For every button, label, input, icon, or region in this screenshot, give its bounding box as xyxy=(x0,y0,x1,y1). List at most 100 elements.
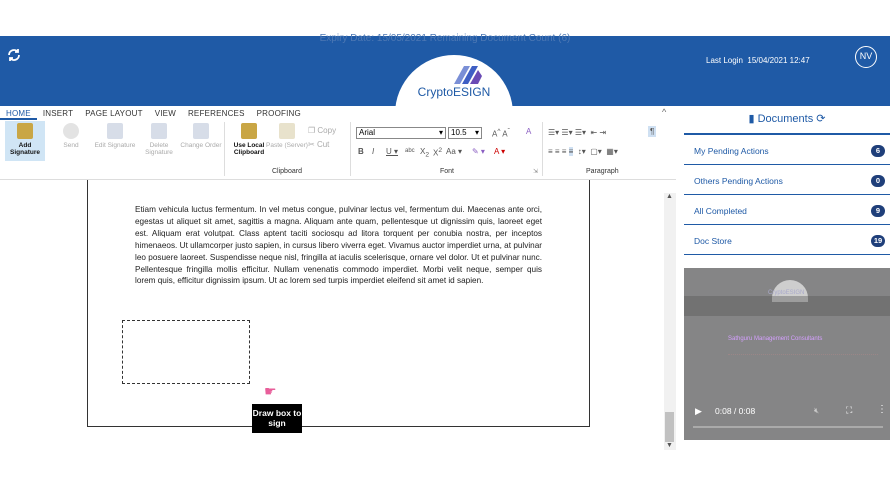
tab-proofing[interactable]: PROOFING xyxy=(251,106,307,120)
tab-home[interactable]: HOME xyxy=(0,106,37,120)
strikethrough-button[interactable]: abc xyxy=(405,148,415,154)
doc-item-label: My Pending Actions xyxy=(694,146,769,156)
count-badge: 19 xyxy=(871,235,885,247)
last-login-label: Last Login xyxy=(706,56,743,65)
delete-signature-button[interactable]: Delete Signature xyxy=(138,123,180,156)
cut-icon: ✂ xyxy=(308,140,315,149)
refresh-documents-icon[interactable]: ⟳ xyxy=(816,113,825,125)
trash-icon xyxy=(151,123,167,139)
scroll-down-icon[interactable]: ▼ xyxy=(666,442,673,449)
send-icon xyxy=(63,123,79,139)
draw-box-tooltip: Draw box to sign xyxy=(252,404,302,433)
change-order-label: Change Order xyxy=(180,142,222,149)
divider xyxy=(224,122,225,176)
tab-view[interactable]: VIEW xyxy=(149,106,182,120)
signature-box[interactable] xyxy=(122,320,250,384)
font-name-select[interactable]: Arial ▾ xyxy=(356,127,446,139)
font-name-value: Arial xyxy=(359,128,376,137)
use-local-clipboard-button[interactable]: Use Local Clipboard xyxy=(228,123,270,156)
bold-button[interactable]: B xyxy=(358,147,364,156)
use-local-clipboard-label: Use Local Clipboard xyxy=(233,142,265,156)
last-login-value: 15/04/2021 12:47 xyxy=(747,56,810,65)
edit-signature-label: Edit Signature xyxy=(94,142,136,149)
more-options-icon[interactable]: ⋮ xyxy=(877,404,887,415)
doc-item-all-completed[interactable]: All Completed 9 xyxy=(684,197,890,225)
send-button[interactable]: Send xyxy=(50,123,92,149)
add-signature-button[interactable]: Add Signature xyxy=(4,123,46,156)
count-badge: 9 xyxy=(871,205,885,217)
scroll-up-icon[interactable]: ▲ xyxy=(666,193,673,200)
font-grow-icon[interactable]: A^ Aˇ xyxy=(492,128,510,139)
change-order-button[interactable]: Change Order xyxy=(180,123,222,149)
cut-label: Cut xyxy=(316,140,330,149)
doc-item-my-pending[interactable]: My Pending Actions 6 xyxy=(684,137,890,165)
thumb-ribbon xyxy=(684,296,890,316)
align-icons[interactable]: ≡ ≡ ≡ ≡ ↕▾ ▢▾ ▦▾ xyxy=(548,147,618,156)
paste-server-button[interactable]: Paste (Server) xyxy=(266,123,308,149)
clear-format-icon[interactable]: A xyxy=(526,127,531,136)
copy-button[interactable]: ❐ Copy xyxy=(308,126,336,135)
refresh-icon[interactable] xyxy=(6,47,24,65)
change-case-button[interactable]: Aa ▾ xyxy=(446,147,462,156)
edit-signature-button[interactable]: Edit Signature xyxy=(94,123,136,149)
superscript-button[interactable]: X2 xyxy=(433,147,442,158)
cut-button[interactable]: ✂ Cut xyxy=(308,140,329,149)
tab-page-layout[interactable]: PAGE LAYOUT xyxy=(79,106,148,120)
bullets-icon[interactable]: ☰▾ ☰▾ ☰▾ ⇤ ⇥ xyxy=(548,128,606,137)
ribbon-tabs: HOME INSERT PAGE LAYOUT VIEW REFERENCES … xyxy=(0,106,307,120)
paste-icon xyxy=(279,123,295,139)
clipboard-icon xyxy=(241,123,257,139)
pen-icon xyxy=(17,123,33,139)
font-size-select[interactable]: 10.5 ▾ xyxy=(448,127,482,139)
italic-button[interactable]: I xyxy=(372,147,374,156)
font-color-icon[interactable]: A ▾ xyxy=(494,147,505,156)
count-badge: 0 xyxy=(871,175,885,187)
doc-item-label: Others Pending Actions xyxy=(694,176,783,186)
tab-insert[interactable]: INSERT xyxy=(37,106,79,120)
divider xyxy=(542,122,543,176)
underline-button[interactable]: U ▾ xyxy=(386,147,398,156)
play-icon[interactable]: ▶ xyxy=(695,406,702,417)
expiry-text: Expiry Date: 15/05/2021 Remaining Docume… xyxy=(319,33,571,44)
video-time: 0:08 / 0:08 xyxy=(715,406,756,416)
thumb-title: Sathguru Management Consultants xyxy=(728,336,823,342)
pointing-hand-icon: ☛ xyxy=(264,383,277,399)
copy-icon: ❐ xyxy=(308,126,316,135)
font-group-label: Font xyxy=(440,168,455,175)
show-marks-icon[interactable]: ¶ xyxy=(648,126,657,137)
clipboard-group-label: Clipboard xyxy=(272,168,302,175)
scrollbar-thumb[interactable] xyxy=(665,412,674,442)
last-login: Last Login 15/04/2021 12:47 xyxy=(706,56,810,65)
chevron-down-icon: ▾ xyxy=(474,128,479,137)
divider xyxy=(350,122,351,176)
subscript-button[interactable]: X2 xyxy=(420,147,429,159)
doc-item-others-pending[interactable]: Others Pending Actions 0 xyxy=(684,167,890,195)
doc-item-label: All Completed xyxy=(694,206,747,216)
document-paragraph: Etiam vehicula luctus fermentum. In vel … xyxy=(135,205,542,286)
tab-references[interactable]: REFERENCES xyxy=(182,106,251,120)
highlight-icon[interactable]: ✎ ▾ xyxy=(472,147,485,156)
delete-signature-label: Delete Signature xyxy=(145,142,173,156)
logo-text: CryptoESIGN xyxy=(417,85,491,99)
send-label: Send xyxy=(63,142,79,149)
order-icon xyxy=(193,123,209,139)
doc-item-doc-store[interactable]: Doc Store 19 xyxy=(684,227,890,255)
documents-title: ▮ Documents ⟳ xyxy=(684,112,890,125)
copy-label: Copy xyxy=(317,126,337,135)
mute-icon[interactable]: 🔇︎ xyxy=(814,406,819,416)
paste-server-label: Paste (Server) xyxy=(266,142,308,149)
edit-icon xyxy=(107,123,123,139)
video-progress-bar[interactable] xyxy=(693,426,883,428)
collapse-ribbon-icon[interactable]: ^ xyxy=(662,107,666,117)
document-icon: ▮ xyxy=(748,113,755,125)
doc-item-label: Doc Store xyxy=(694,236,732,246)
add-signature-label: Add Signature xyxy=(10,142,40,156)
fullscreen-icon[interactable]: ⛶ xyxy=(846,405,852,416)
paragraph-group-label: Paragraph xyxy=(586,168,619,175)
count-badge: 6 xyxy=(871,145,885,157)
user-avatar[interactable]: NV xyxy=(855,46,877,68)
documents-title-text: Documents xyxy=(757,113,814,125)
panel-divider xyxy=(684,133,890,135)
font-dialog-launcher-icon[interactable]: ⇲ xyxy=(533,168,538,175)
thumb-text xyxy=(728,354,878,374)
